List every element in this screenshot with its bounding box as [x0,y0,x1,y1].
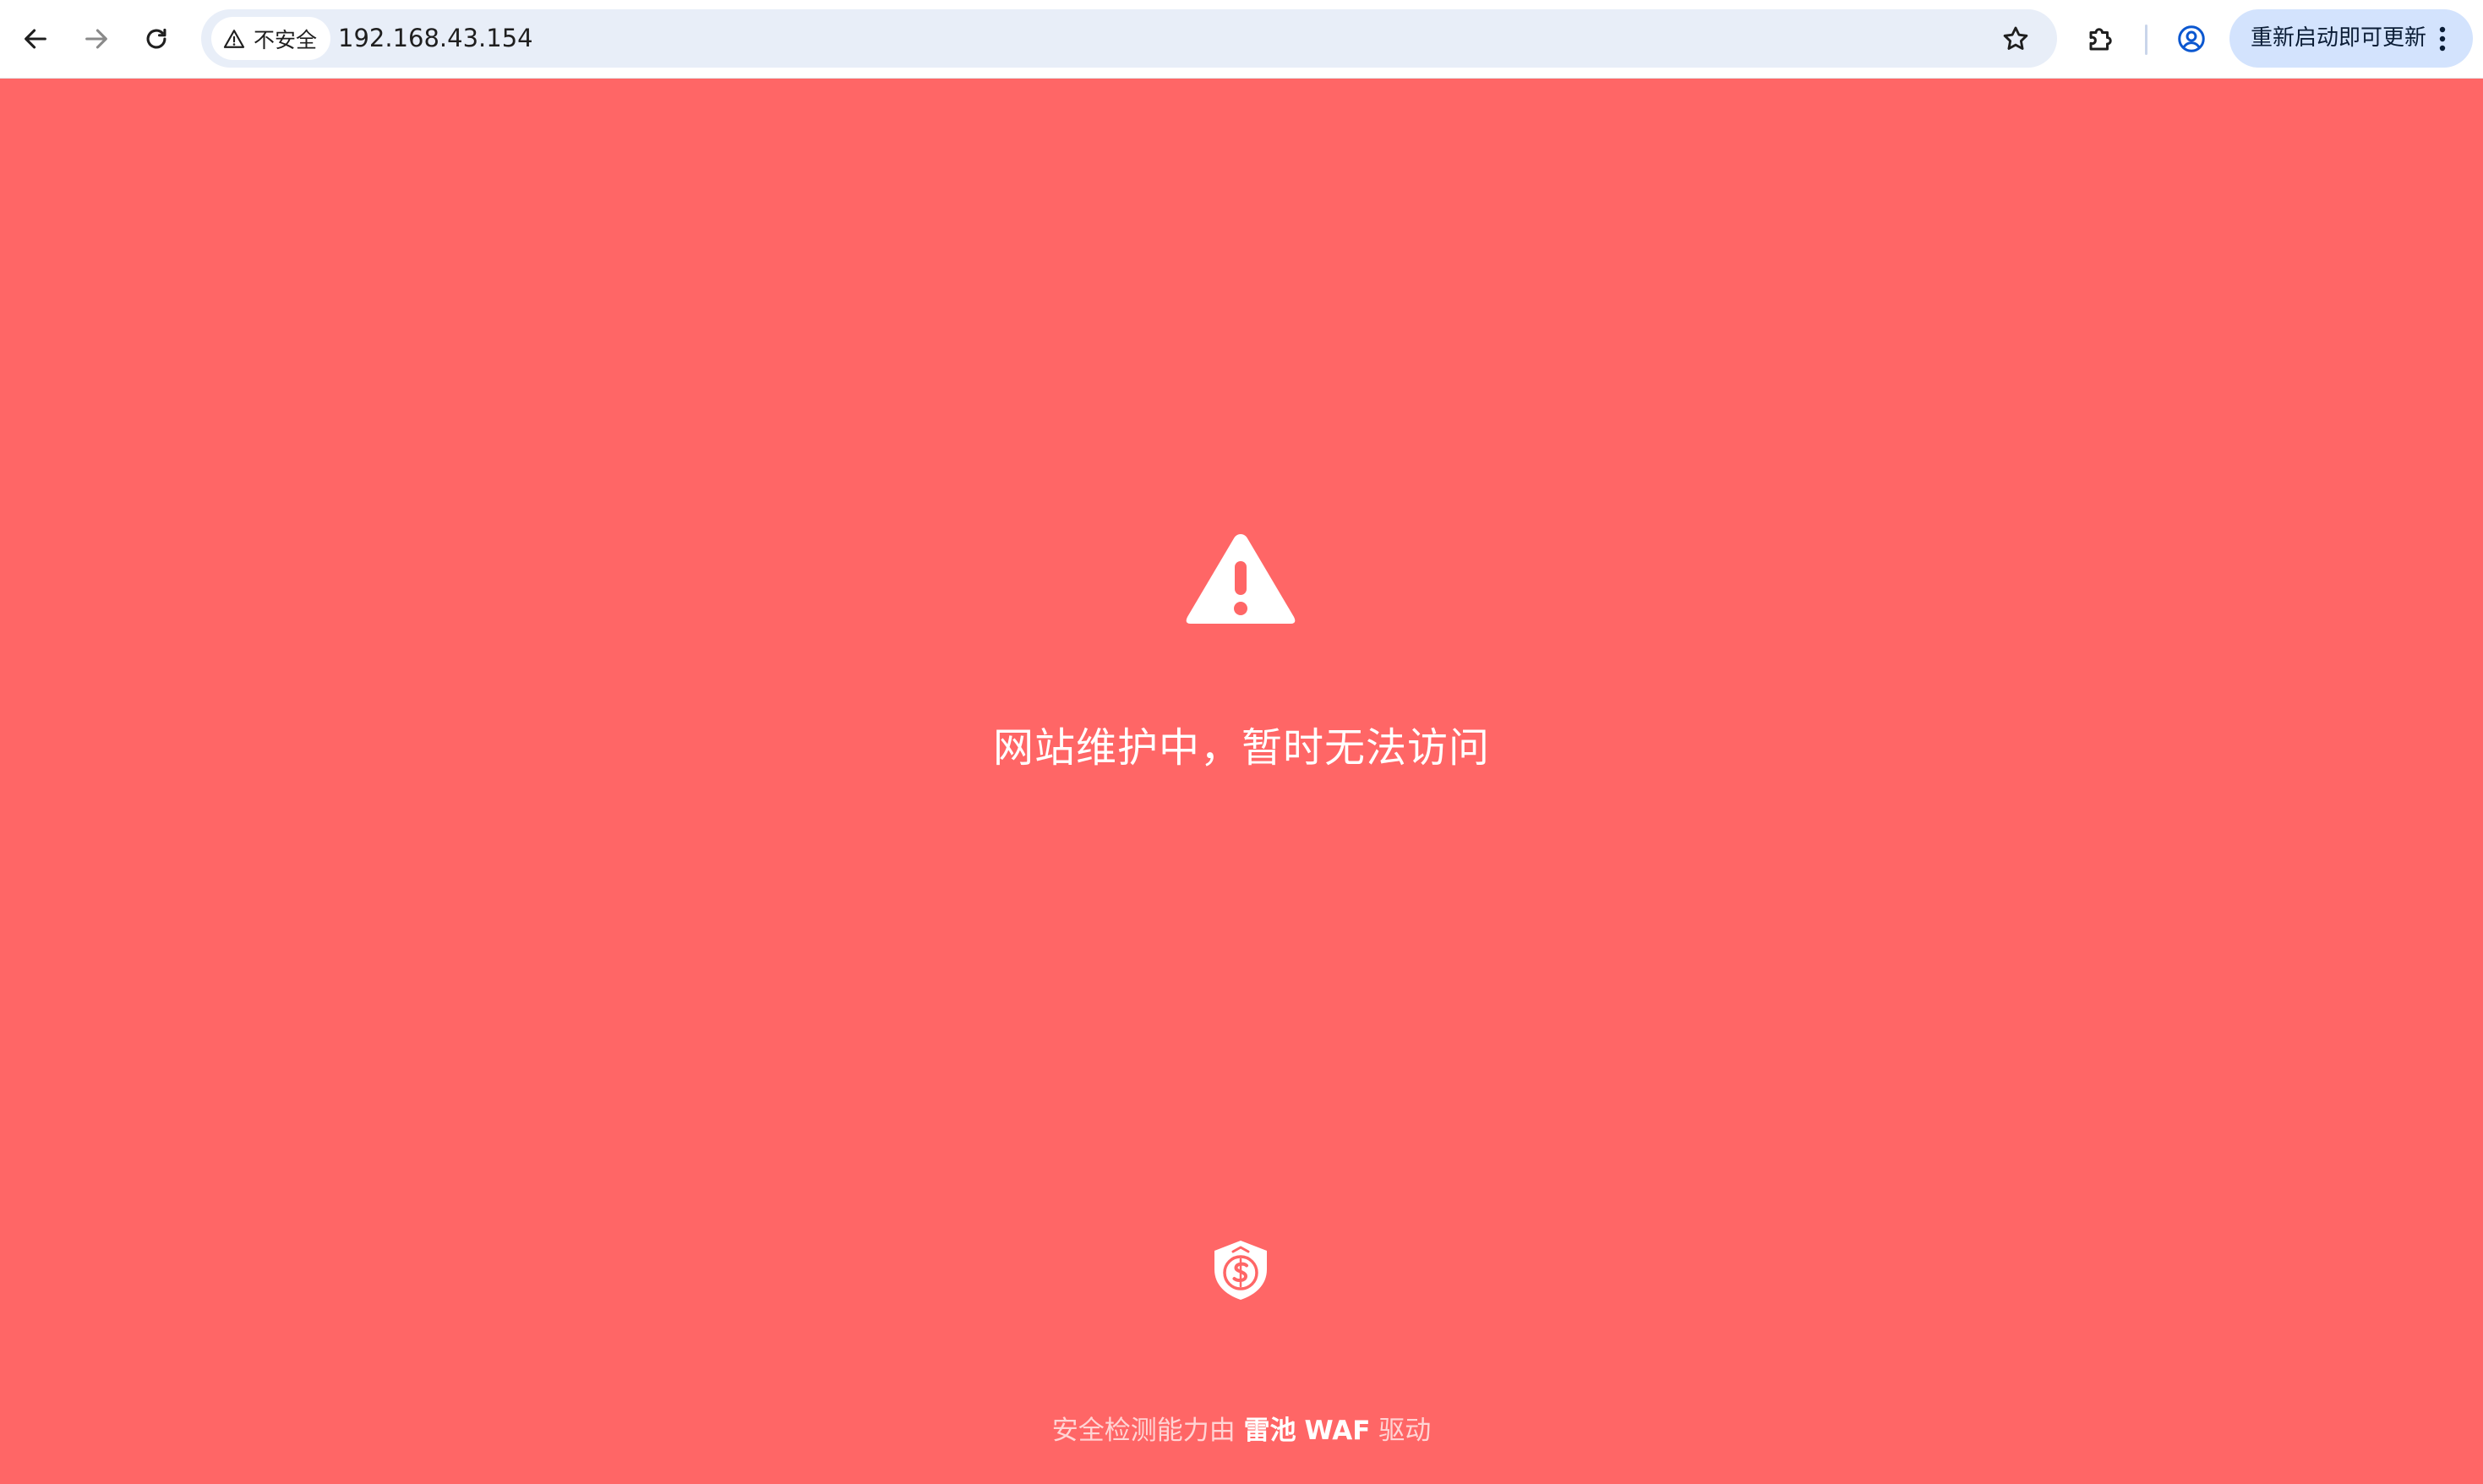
address-bar[interactable]: 不安全 192.168.43.154 [201,9,2057,68]
update-button[interactable]: 重新启动即可更新 [2229,9,2473,68]
profile-button[interactable] [2169,17,2213,61]
safeline-shield-logo [1214,1241,1267,1300]
footer-prefix: 安全检测能力由 [1051,1416,1236,1446]
forward-button[interactable] [74,17,118,61]
toolbar-separator [2145,25,2147,55]
block-message: 网站维护中，暂时无法访问 [992,724,1490,772]
extensions-button[interactable] [2079,17,2123,61]
reload-icon [146,28,166,49]
back-button[interactable] [14,17,57,61]
reload-button[interactable] [134,17,178,61]
url-text[interactable]: 192.168.43.154 [338,9,533,68]
bookmark-button[interactable] [1998,21,2033,57]
browser-toolbar: 不安全 192.168.43.154 重新启动即可更新 [0,0,2483,79]
browser-menu-button[interactable] [2427,24,2458,54]
update-button-label: 重新启动即可更新 [2251,25,2427,51]
puzzle-piece-icon [2089,28,2112,51]
warning-triangle-icon [223,29,245,48]
block-page: 网站维护中，暂时无法访问 安全检测能力由 雷池 WAF 驱动 [0,79,2483,1484]
three-dot-menu-icon [2439,26,2446,52]
footer-suffix: 驱动 [1378,1416,1432,1446]
back-arrow-icon [25,29,46,49]
forward-arrow-icon [85,29,107,49]
security-chip[interactable]: 不安全 [211,17,331,60]
star-icon [2003,26,2028,50]
browser-window: 不安全 192.168.43.154 重新启动即可更新 网站维护中，暂时无法访问… [0,0,2483,1484]
warning-triangle-icon [1186,534,1296,624]
profile-icon [2178,25,2205,52]
footer-brand-link[interactable]: 雷池 [1244,1416,1296,1446]
powered-by-footer: 安全检测能力由 雷池 WAF 驱动 [0,1412,2483,1449]
security-chip-label: 不安全 [254,27,318,52]
footer-product-link[interactable]: WAF [1304,1416,1370,1446]
